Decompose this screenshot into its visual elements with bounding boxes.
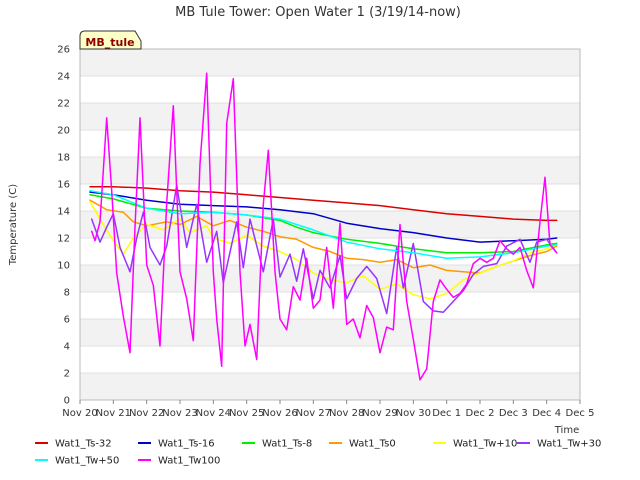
badge-label: MB_tule xyxy=(85,36,134,49)
y-tick-label: 0 xyxy=(64,396,70,407)
x-tick-label: Nov 28 xyxy=(329,408,364,419)
legend-label: Wat1_Tw100 xyxy=(158,456,220,467)
grid-band xyxy=(80,130,580,157)
legend-label: Wat1_Tw+30 xyxy=(537,439,601,450)
y-tick-label: 8 xyxy=(64,288,70,299)
legend-label: Wat1_Ts-16 xyxy=(158,439,215,450)
grid-band xyxy=(80,76,580,103)
y-tick-label: 22 xyxy=(57,99,70,110)
x-tick-label: Nov 22 xyxy=(129,408,164,419)
y-axis-label: Temperature (C) xyxy=(8,184,19,266)
x-tick-label: Nov 25 xyxy=(229,408,264,419)
y-axis-ticks: 02468101214161820222426 xyxy=(57,45,70,407)
x-tick-label: Nov 24 xyxy=(196,408,231,419)
y-tick-label: 12 xyxy=(57,234,70,245)
x-tick-label: Nov 27 xyxy=(296,408,331,419)
y-tick-label: 6 xyxy=(64,315,70,326)
x-tick-label: Dec 3 xyxy=(499,408,528,419)
y-tick-label: 20 xyxy=(57,126,70,137)
site-badge: MB_tule xyxy=(79,30,142,50)
x-tick-label: Nov 21 xyxy=(96,408,131,419)
x-tick-label: Nov 23 xyxy=(162,408,197,419)
y-tick-label: 26 xyxy=(57,45,70,56)
grid-band xyxy=(80,103,580,130)
y-tick-label: 16 xyxy=(57,180,70,191)
grid-band xyxy=(80,157,580,184)
grid-band xyxy=(80,373,580,400)
x-tick-label: Nov 20 xyxy=(62,408,97,419)
x-tick-label: Nov 29 xyxy=(362,408,397,419)
x-axis-ticks: Nov 20Nov 21Nov 22Nov 23Nov 24Nov 25Nov … xyxy=(62,400,594,419)
legend-label: Wat1_Ts-8 xyxy=(262,439,312,450)
x-tick-label: Dec 1 xyxy=(432,408,461,419)
x-tick-label: Nov 26 xyxy=(262,408,297,419)
x-tick-label: Dec 5 xyxy=(566,408,595,419)
chart: MB Tule Tower: Open Water 1 (3/19/14-now… xyxy=(8,5,601,467)
legend-label: Wat1_Ts0 xyxy=(349,439,396,450)
chart-title: MB Tule Tower: Open Water 1 (3/19/14-now… xyxy=(175,5,461,20)
grid-band xyxy=(80,49,580,76)
y-tick-label: 14 xyxy=(57,207,70,218)
legend-label: Wat1_Tw+50 xyxy=(55,456,119,467)
y-tick-label: 2 xyxy=(64,369,70,380)
y-tick-label: 18 xyxy=(57,153,70,164)
y-tick-label: 10 xyxy=(57,261,70,272)
y-tick-label: 24 xyxy=(57,72,70,83)
grid-band xyxy=(80,319,580,346)
y-tick-label: 4 xyxy=(64,342,70,353)
legend-label: Wat1_Tw+10 xyxy=(453,439,517,450)
x-tick-label: Dec 4 xyxy=(532,408,561,419)
legend-label: Wat1_Ts-32 xyxy=(55,439,112,450)
x-axis-label: Time xyxy=(554,425,579,436)
legend: Wat1_Ts-32 Wat1_Ts-16 Wat1_Ts-8 Wat1_Ts0 Wat… xyxy=(35,439,601,467)
grid-band xyxy=(80,346,580,373)
x-tick-label: Dec 2 xyxy=(466,408,495,419)
x-tick-label: Nov 30 xyxy=(396,408,431,419)
